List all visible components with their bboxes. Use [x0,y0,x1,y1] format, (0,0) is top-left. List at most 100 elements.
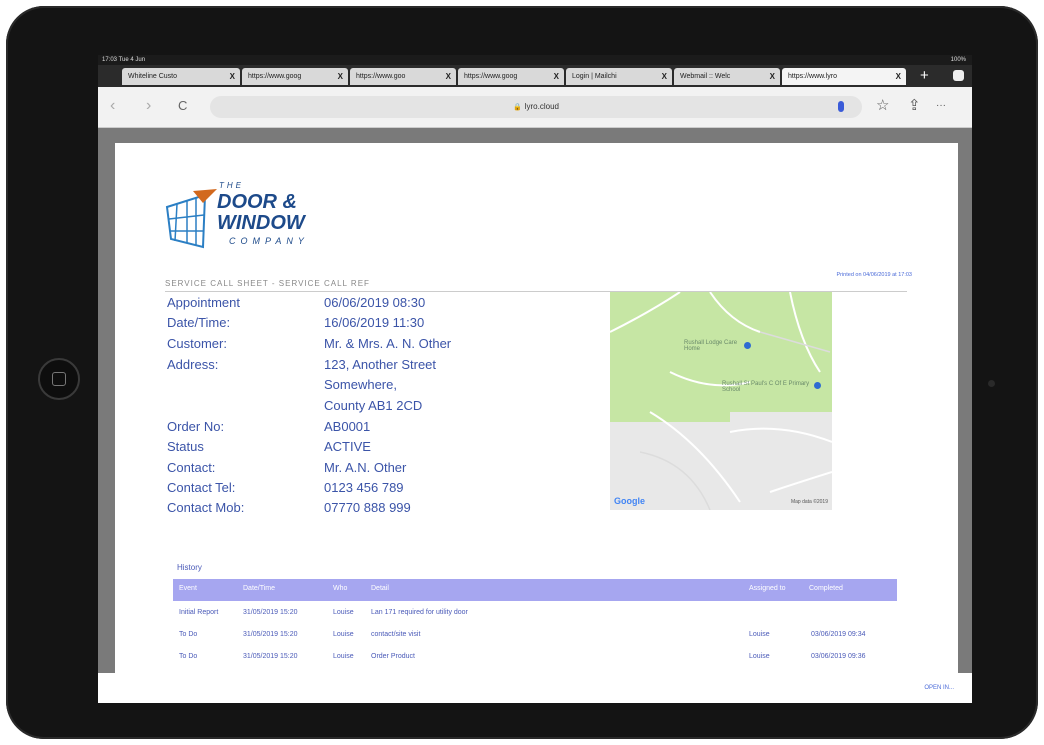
status-bar: 17:03 Tue 4 Jun 100% [98,55,972,65]
map-roads [610,292,832,510]
cell-event: To Do [179,653,198,660]
detail-value: Mr. & Mrs. A. N. Other [324,336,452,351]
status-time: 17:03 Tue 4 Jun [102,57,146,63]
address-field[interactable]: 🔒 lyro.cloud [210,96,862,118]
tab-lyro[interactable]: https://www.lyro X [782,68,906,85]
cell-assigned: Louise [749,653,770,660]
column-header: Date/Time [243,585,276,592]
detail-value: 16/06/2019 11:30 [324,315,425,330]
close-icon[interactable]: X [554,68,559,85]
cell-completed: 03/06/2019 09:36 [811,653,866,660]
detail-label: Contact: [167,460,216,475]
tab-label: Whiteline Custo [128,73,178,80]
column-header: Who [333,585,348,592]
cell-who: Louise [333,631,354,638]
close-icon[interactable]: X [662,68,667,85]
detail-label: Appointment [167,295,240,310]
tabs-overview-icon[interactable] [953,70,964,81]
tab-google-1[interactable]: https://www.goog X [242,68,348,85]
url-text: lyro.cloud [524,102,559,111]
google-logo: Google [614,496,645,506]
back-icon[interactable]: ‹ [110,97,115,115]
share-icon[interactable]: ⇪ [908,96,921,114]
table-row: Initial Report 31/05/2019 15:20 Louise L… [115,603,958,625]
tab-label: https://www.lyro [788,73,838,80]
cell-who: Louise [333,653,354,660]
tab-google-2[interactable]: https://www.goo X [350,68,456,85]
reload-icon[interactable]: C [178,98,187,113]
detail-value: AB0001 [324,419,371,434]
tab-label: https://www.goo [356,73,406,80]
logo-the: THE [219,181,244,190]
column-header: Event [179,585,197,592]
table-row: To Do 31/05/2019 15:20 Louise Order Prod… [115,647,958,669]
cell-event: Initial Report [179,609,219,616]
lock-icon: 🔒 [513,104,522,111]
cell-detail: contact/site visit [371,631,421,638]
camera-dot [988,380,995,387]
printed-date: Printed on 04/06/2019 at 17:03 [836,272,912,278]
window-logo-icon [165,189,217,249]
detail-value: County AB1 2CD [324,398,423,413]
history-label: History [177,563,202,572]
tab-whiteline[interactable]: Whiteline Custo X [122,68,240,85]
detail-value: 123, Another Street [324,357,437,372]
location-map[interactable]: Rushall Lodge Care Home Rushall St Paul'… [610,292,832,510]
bookmark-star-icon[interactable]: ☆ [876,96,889,114]
new-tab-icon[interactable]: + [920,67,929,85]
service-call-sheet: THE DOOR & WINDOW COMPANY SERVICE CALL S… [115,143,958,683]
tablet-frame: 17:03 Tue 4 Jun 100% Whiteline Custo X ht… [6,6,1038,739]
cell-detail: Order Product [371,653,415,660]
mic-icon[interactable] [838,101,844,112]
detail-value: 07770 888 999 [324,500,411,515]
cell-datetime: 31/05/2019 15:20 [243,609,298,616]
tab-google-3[interactable]: https://www.goog X [458,68,564,85]
home-square-icon [52,372,66,386]
status-battery: 100% [950,57,966,63]
url-bar: ‹ › C 🔒 lyro.cloud ☆ ⇪ ··· [98,87,972,128]
cell-assigned: Louise [749,631,770,638]
detail-value: 0123 456 789 [324,480,404,495]
tab-mailchimp[interactable]: Login | Mailchi X [566,68,672,85]
detail-label: Contact Mob: [167,500,245,515]
detail-value: 06/06/2019 08:30 [324,295,426,310]
detail-label: Status [167,439,204,454]
detail-label: Customer: [167,336,227,351]
close-icon[interactable]: X [338,68,343,85]
logo-line1: DOOR & [217,191,297,213]
tab-label: Login | Mailchi [572,73,617,80]
detail-label: Date/Time: [167,315,231,330]
logo-line3: COMPANY [229,236,309,246]
company-logo: THE DOOR & WINDOW COMPANY [163,181,343,261]
detail-label: Order No: [167,419,225,434]
map-pin-icon [814,382,821,389]
column-header: Detail [371,585,389,592]
detail-label: Address: [167,357,219,372]
bottom-toolbar: OPEN IN... [98,673,972,703]
detail-value: Mr. A.N. Other [324,460,407,475]
close-icon[interactable]: X [446,68,451,85]
tab-webmail[interactable]: Webmail :: Welc X [674,68,780,85]
map-poi-school: Rushall St Paul's C Of E Primary School [722,381,810,393]
close-icon[interactable]: X [896,68,901,85]
map-data-credit: Map data ©2019 [790,499,828,505]
table-row: To Do 31/05/2019 15:20 Louise contact/si… [115,625,958,647]
tab-label: https://www.goog [464,73,518,80]
home-button[interactable] [38,358,80,400]
detail-value: ACTIVE [324,439,371,454]
close-icon[interactable]: X [230,68,235,85]
cell-datetime: 31/05/2019 15:20 [243,653,298,660]
cell-completed: 03/06/2019 09:34 [811,631,866,638]
open-in-button[interactable]: OPEN IN... [924,685,954,691]
cell-event: To Do [179,631,198,638]
logo-line2: WINDOW [217,212,305,234]
detail-value: Somewhere, [324,377,397,392]
cell-detail: Lan 171 required for utility door [371,609,468,616]
screen: 17:03 Tue 4 Jun 100% Whiteline Custo X ht… [98,55,972,703]
forward-icon[interactable]: › [146,97,151,115]
history-table-header: Event Date/Time Who Detail Assigned to C… [173,579,897,601]
column-header: Completed [809,585,843,592]
more-icon[interactable]: ··· [936,100,946,111]
close-icon[interactable]: X [770,68,775,85]
tab-label: Webmail :: Welc [680,73,731,80]
